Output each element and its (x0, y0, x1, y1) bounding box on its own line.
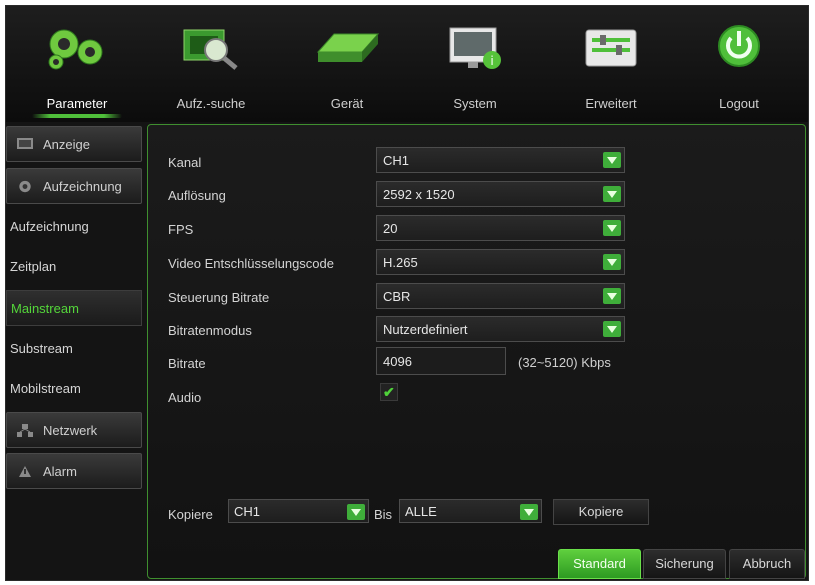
aufloesung-label: Auflösung (168, 188, 226, 203)
chevron-down-icon (603, 152, 621, 168)
record-settings-icon (19, 180, 31, 193)
active-tab-indicator (32, 114, 122, 118)
codec-dropdown[interactable]: H.265 (376, 249, 625, 275)
codec-label: Video Entschlüsselungscode (168, 256, 334, 271)
codec-value: H.265 (383, 255, 418, 270)
copy-to-value: ALLE (405, 504, 437, 519)
network-icon (17, 424, 33, 437)
sidebar-item-label: Aufzeichnung (43, 179, 122, 194)
aufloesung-value: 2592 x 1520 (383, 187, 455, 202)
tab-logout[interactable]: Logout (674, 6, 804, 122)
advanced-settings-icon (585, 29, 637, 67)
sidebar-item-mobilstream[interactable]: Mobilstream (6, 371, 142, 407)
bitratenmodus-dropdown[interactable]: Nutzerdefiniert (376, 316, 625, 342)
chevron-down-icon (347, 504, 365, 520)
display-icon (17, 138, 33, 149)
chevron-down-icon (603, 186, 621, 202)
tab-record-search[interactable]: Aufz.-suche (146, 6, 276, 122)
record-search-icon (183, 29, 238, 70)
steuerung-bitrate-label: Steuerung Bitrate (168, 290, 270, 305)
system-info-icon: i (449, 27, 501, 69)
sidebar-item-label: Anzeige (43, 137, 90, 152)
sidebar-item-zeitplan[interactable]: Zeitplan (6, 249, 142, 285)
sidebar-item-netzwerk[interactable]: Netzwerk (6, 412, 142, 448)
gears-icon (48, 29, 103, 70)
copy-label: Kopiere (168, 507, 213, 522)
copy-to-dropdown[interactable]: ALLE (399, 499, 542, 523)
steuerung-bitrate-dropdown[interactable]: CBR (376, 283, 625, 309)
bitrate-range-hint: (32~5120) Kbps (518, 355, 611, 370)
steuerung-bitrate-value: CBR (383, 289, 411, 304)
tab-label: System (453, 96, 497, 111)
sidebar: Anzeige Aufzeichnung Aufzeichnung Zeitpl… (6, 124, 145, 580)
tab-system[interactable]: i System (410, 6, 540, 122)
aufloesung-dropdown[interactable]: 2592 x 1520 (376, 181, 625, 207)
fps-label: FPS (168, 222, 194, 237)
tab-label: Erweitert (585, 96, 637, 111)
tab-label: Gerät (330, 96, 364, 111)
chevron-down-icon (603, 288, 621, 304)
sidebar-item-label: Mainstream (11, 301, 79, 316)
tab-device[interactable]: Gerät (282, 6, 412, 122)
chevron-down-icon (520, 504, 538, 520)
checkmark-icon: ✔ (383, 384, 395, 400)
tab-label: Logout (719, 96, 759, 111)
top-navigation: Parameter Aufz.-suche Gerät i System Erw… (6, 6, 808, 122)
sidebar-item-label: Aufzeichnung (10, 219, 89, 234)
bitrate-input[interactable]: 4096 (376, 347, 506, 375)
chevron-down-icon (603, 254, 621, 270)
tab-label: Parameter (46, 96, 108, 111)
sidebar-item-label: Zeitplan (10, 259, 57, 274)
sidebar-item-aufzeichnung[interactable]: Aufzeichnung (6, 209, 142, 245)
copy-from-value: CH1 (234, 504, 261, 519)
sidebar-item-label: Substream (10, 341, 73, 356)
sidebar-item-mainstream[interactable]: Mainstream (6, 290, 142, 326)
audio-label: Audio (168, 390, 202, 405)
mainstream-settings-panel: Kanal CH1 Auflösung 2592 x 1520 FPS 20 V… (147, 124, 806, 579)
sidebar-item-anzeige[interactable]: Anzeige (6, 126, 142, 162)
bitratenmodus-label: Bitratenmodus (168, 323, 252, 338)
tab-parameter[interactable]: Parameter (12, 6, 142, 122)
fps-dropdown[interactable]: 20 (376, 215, 625, 241)
sidebar-item-label: Mobilstream (10, 381, 81, 396)
sidebar-item-substream[interactable]: Substream (6, 331, 142, 367)
save-button[interactable]: Sicherung (643, 549, 726, 579)
bis-label: Bis (374, 507, 393, 522)
svg-text:i: i (490, 54, 493, 68)
kanal-dropdown[interactable]: CH1 (376, 147, 625, 173)
standard-button[interactable]: Standard (558, 549, 641, 579)
kanal-value: CH1 (383, 153, 410, 168)
copy-button[interactable]: Kopiere (553, 499, 649, 525)
kanal-label: Kanal (168, 155, 202, 170)
audio-checkbox[interactable]: ✔ (380, 383, 398, 401)
sidebar-item-label: Netzwerk (43, 423, 98, 438)
bitrate-label: Bitrate (168, 356, 206, 371)
fps-value: 20 (383, 221, 398, 236)
chevron-down-icon (603, 321, 621, 337)
copy-from-dropdown[interactable]: CH1 (228, 499, 369, 523)
sidebar-item-alarm[interactable]: Alarm (6, 453, 142, 489)
alarm-icon (19, 466, 31, 477)
power-icon (718, 25, 760, 67)
dvr-settings-window: Parameter Aufz.-suche Gerät i System Erw… (5, 5, 809, 581)
tab-label: Aufz.-suche (176, 96, 246, 111)
hard-disk-icon (316, 33, 380, 62)
chevron-down-icon (603, 220, 621, 236)
sidebar-item-label: Alarm (43, 464, 77, 479)
cancel-button[interactable]: Abbruch (729, 549, 805, 579)
sidebar-item-aufzeichnung-category[interactable]: Aufzeichnung (6, 168, 142, 204)
bitratenmodus-value: Nutzerdefiniert (383, 322, 468, 337)
tab-advanced[interactable]: Erweitert (546, 6, 676, 122)
